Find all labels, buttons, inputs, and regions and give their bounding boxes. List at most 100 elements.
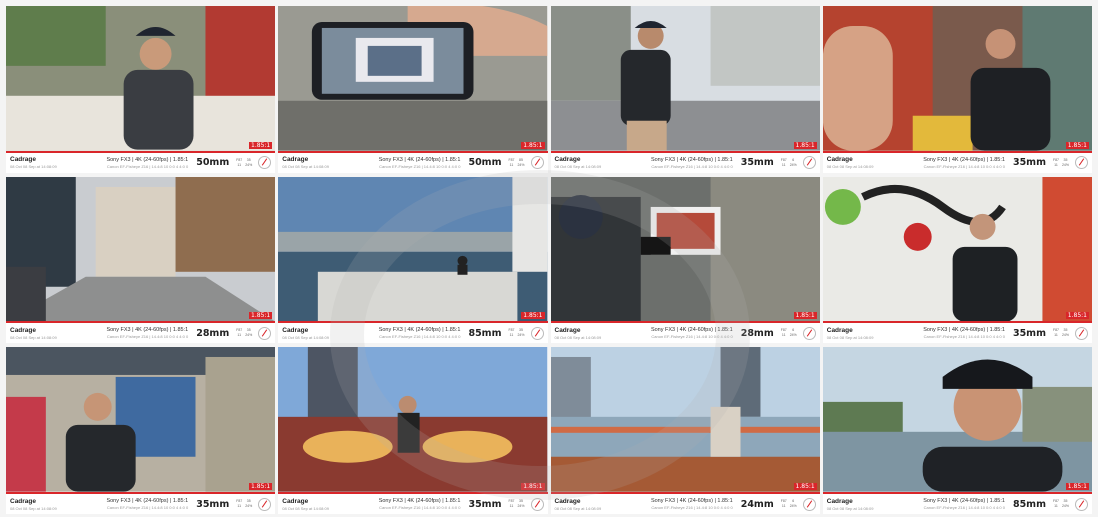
focal-length: 85mm xyxy=(468,327,502,339)
camera-spec-main: Sony FX3 | 4K (24-60fps) | 1.85:1 xyxy=(106,156,189,163)
storyboard-frame[interactable]: 1.85:1 Cadrage 08 Oct 08 Sep at 14:08:09… xyxy=(6,176,276,344)
stat-aperture-sub: 11 xyxy=(1054,162,1058,167)
app-info: Cadrage 08 Oct 08 Sep at 14:08:09 xyxy=(555,156,613,169)
frame-info-bar: Cadrage 08 Oct 08 Sep at 14:08:09 Sony F… xyxy=(278,323,548,344)
compass-icon xyxy=(530,156,544,170)
frame-photo: 1.85:1 xyxy=(6,6,276,153)
app-info: Cadrage 08 Oct 08 Sep at 14:08:09 xyxy=(10,498,68,511)
app-name: Cadrage xyxy=(554,156,581,164)
stat-aperture-sub: 11 xyxy=(781,504,786,508)
stat-height: 35 24% xyxy=(1062,499,1069,509)
compass-icon xyxy=(530,326,544,340)
storyboard-frame[interactable]: 1.85:1 Cadrage 08 Oct 08 Sep at 14:08:09… xyxy=(278,176,548,344)
capture-date: 08 Oct 08 Sep at 14:08:09 xyxy=(554,334,602,340)
focal-length: 50mm xyxy=(196,157,230,169)
compass-icon xyxy=(258,497,272,511)
camera-spec: Sony FX3 | 4K (24-60fps) | 1.85:1 Canon … xyxy=(889,327,1005,339)
frame-image xyxy=(822,176,1092,322)
stat-height-sub: 24% xyxy=(1061,333,1069,338)
focal-length: 85mm xyxy=(1012,498,1046,510)
capture-date: 08 Oct 08 Sep at 14:08:09 xyxy=(10,505,57,511)
stat-height-sub: 24% xyxy=(245,504,253,508)
capture-date: 08 Oct 08 Sep at 14:08:09 xyxy=(10,334,57,340)
stat-height: 6 24% xyxy=(790,158,797,168)
stat-height-sub: 24% xyxy=(517,333,525,338)
camera-spec-main: Sony FX3 | 4K (24-60fps) | 1.85:1 xyxy=(106,327,189,334)
aspect-ratio-badge: 1.85:1 xyxy=(1065,483,1089,490)
storyboard-frame[interactable]: 1.85:1 Cadrage 08 Oct 08 Sep at 14:08:09… xyxy=(822,347,1092,514)
camera-spec: Sony FX3 | 4K (24-60fps) | 1.85:1 Canon … xyxy=(889,157,1005,169)
stat-aperture-sub: 11 xyxy=(1054,504,1058,508)
compass-icon xyxy=(1075,326,1088,340)
capture-date: 08 Oct 08 Sep at 14:08:09 xyxy=(282,505,329,511)
focal-length: 28mm xyxy=(740,327,774,339)
stat-height: 35 24% xyxy=(245,499,252,509)
aspect-ratio-badge: 1.85:1 xyxy=(521,141,545,149)
app-info: Cadrage 08 Oct 08 Sep at 14:08:09 xyxy=(827,498,885,511)
app-info: Cadrage 08 Oct 08 Sep at 14:08:09 xyxy=(555,498,613,511)
stat-aperture-sub: 11 xyxy=(237,333,242,338)
stat-height-sub: 24% xyxy=(517,504,525,508)
app-name: Cadrage xyxy=(10,326,37,334)
camera-spec: Sony FX3 | 4K (24-60fps) | 1.85:1 Canon … xyxy=(344,498,461,510)
camera-spec: Sony FX3 | 4K (24-60fps) | 1.85:1 Canon … xyxy=(72,498,188,510)
exposure-stats: F87 11 6 24% xyxy=(781,328,797,338)
stat-aperture: F87 11 xyxy=(1053,328,1059,338)
camera-spec: Sony FX3 | 4K (24-60fps) | 1.85:1 Canon … xyxy=(889,498,1005,510)
stat-height-sub: 24% xyxy=(789,162,797,167)
storyboard-frame[interactable]: 1.85:1 Cadrage 08 Oct 08 Sep at 14:08:09… xyxy=(6,347,276,514)
stat-height: 35 24% xyxy=(245,158,252,168)
stat-aperture: F87 11 xyxy=(1053,158,1059,168)
frame-info-bar: Cadrage 08 Oct 08 Sep at 14:08:09 Sony F… xyxy=(550,323,820,344)
frame-info-bar: Cadrage 08 Oct 08 Sep at 14:08:09 Sony F… xyxy=(822,152,1092,173)
storyboard-frame[interactable]: 1.85:1 Cadrage 08 Oct 08 Sep at 14:08:09… xyxy=(822,176,1092,344)
frame-photo: 1.85:1 xyxy=(278,176,548,324)
stat-height-sub: 24% xyxy=(789,504,797,508)
aspect-ratio-badge: 1.85:1 xyxy=(521,312,545,320)
stat-aperture: F87 11 xyxy=(781,328,787,338)
capture-date: 08 Oct 08 Sep at 14:08:09 xyxy=(554,164,602,170)
app-name: Cadrage xyxy=(826,156,853,164)
stat-aperture-sub: 11 xyxy=(237,504,242,508)
app-name: Cadrage xyxy=(554,326,581,334)
capture-date: 08 Oct 08 Sep at 14:08:09 xyxy=(826,164,874,170)
frame-photo: 1.85:1 xyxy=(822,6,1092,153)
stat-height-sub: 24% xyxy=(245,333,253,338)
storyboard-frame[interactable]: 1.85:1 Cadrage 08 Oct 08 Sep at 14:08:09… xyxy=(822,6,1092,173)
storyboard-frame[interactable]: 1.85:1 Cadrage 08 Oct 08 Sep at 14:08:09… xyxy=(550,347,820,514)
app-name: Cadrage xyxy=(282,497,309,505)
compass-icon xyxy=(258,156,272,170)
camera-spec: Sony FX3 | 4K (24-60fps) | 1.85:1 Canon … xyxy=(344,157,461,169)
frame-image xyxy=(6,347,276,492)
aspect-ratio-badge: 1.85:1 xyxy=(249,141,273,149)
focal-length: 35mm xyxy=(1012,157,1046,169)
exposure-stats: F87 11 35 24% xyxy=(236,499,252,509)
frame-image xyxy=(6,6,276,151)
frame-photo: 1.85:1 xyxy=(278,6,548,153)
frame-info-bar: Cadrage 08 Oct 08 Sep at 14:08:09 Sony F… xyxy=(6,323,276,344)
aspect-ratio-badge: 1.85:1 xyxy=(521,483,545,490)
focal-length: 24mm xyxy=(740,498,774,510)
compass-icon xyxy=(802,326,816,340)
camera-spec: Sony FX3 | 4K (24-60fps) | 1.85:1 Canon … xyxy=(617,157,733,169)
stat-aperture: F87 11 xyxy=(236,328,242,338)
compass-icon xyxy=(1075,156,1088,170)
storyboard-frame[interactable]: 1.85:1 Cadrage 08 Oct 08 Sep at 14:08:09… xyxy=(278,347,548,514)
lens-spec: Canon EF-Fisheye Z16 | 14.4:8 10 0:0 4 4… xyxy=(651,505,733,510)
storyboard-frame[interactable]: 1.85:1 Cadrage 08 Oct 08 Sep at 14:08:09… xyxy=(6,6,276,173)
app-name: Cadrage xyxy=(826,326,853,334)
frame-photo: 1.85:1 xyxy=(278,347,548,494)
capture-date: 08 Oct 08 Sep at 14:08:09 xyxy=(826,505,874,511)
stat-height: 6 24% xyxy=(790,328,797,338)
lens-spec: Canon EF-Fisheye Z16 | 14.4:8 10 0:0 4 4… xyxy=(923,505,1005,510)
stat-aperture: F87 11 xyxy=(508,328,514,338)
frame-photo: 1.85:1 xyxy=(6,176,276,324)
storyboard-frame[interactable]: 1.85:1 Cadrage 08 Oct 08 Sep at 14:08:09… xyxy=(550,6,820,173)
camera-spec: Sony FX3 | 4K (24-60fps) | 1.85:1 Canon … xyxy=(344,327,461,339)
exposure-stats: F87 11 35 24% xyxy=(508,328,524,338)
exposure-stats: F87 11 35 24% xyxy=(1053,158,1069,168)
storyboard-frame[interactable]: 1.85:1 Cadrage 08 Oct 08 Sep at 14:08:09… xyxy=(550,176,820,344)
lens-spec: Canon EF-Fisheye Z16 | 14.4:8 10 0:0 4 4… xyxy=(106,163,189,169)
app-info: Cadrage 08 Oct 08 Sep at 14:08:09 xyxy=(282,156,340,169)
storyboard-frame[interactable]: 1.85:1 Cadrage 08 Oct 08 Sep at 14:08:09… xyxy=(278,6,548,173)
